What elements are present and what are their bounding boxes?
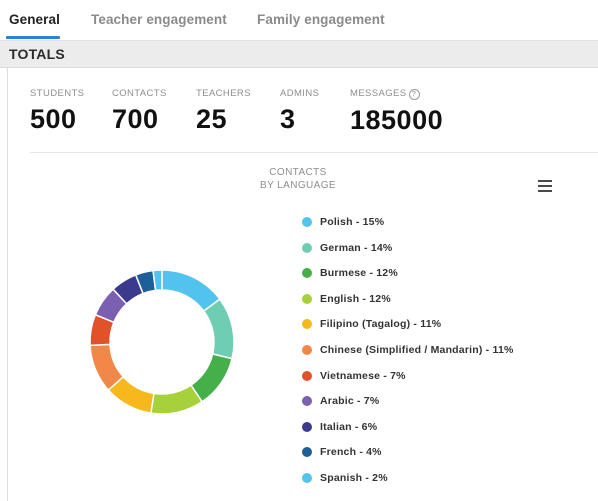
tab-family-engagement[interactable]: Family engagement — [257, 12, 385, 27]
stat-label: MESSAGES? — [350, 88, 443, 100]
hamburger-menu-icon[interactable] — [538, 179, 554, 193]
totals-title: TOTALS — [9, 46, 65, 62]
stat-teachers: TEACHERS 25 — [196, 88, 251, 135]
stat-value: 25 — [196, 104, 228, 134]
legend-item[interactable]: Chinese (Simplified / Mandarin) - 11% — [302, 342, 514, 358]
legend-label: Vietnamese - 7% — [320, 369, 406, 382]
legend-item[interactable]: English - 12% — [302, 291, 391, 307]
donut-slice-english[interactable] — [149, 384, 204, 415]
legend-item[interactable]: Polish - 15% — [302, 214, 384, 230]
legend-label: Spanish - 2% — [320, 472, 388, 484]
donut-chart — [89, 269, 235, 415]
stat-label: CONTACTS — [112, 88, 167, 99]
legend-color-dot — [302, 345, 312, 355]
legend-color-dot — [302, 396, 312, 407]
legend-color-dot — [302, 370, 312, 381]
legend-color-dot — [302, 473, 312, 483]
stat-contacts: CONTACTS 700 — [112, 88, 167, 135]
legend-color-dot — [302, 293, 312, 304]
legend-label: Arabic - 7% — [320, 395, 380, 408]
legend-item[interactable]: Vietnamese - 7% — [302, 368, 406, 384]
legend-label: Polish - 15% — [320, 216, 385, 228]
legend-color-dot — [302, 242, 312, 253]
stat-messages: MESSAGES? 185000 — [350, 88, 443, 136]
panel-border — [7, 68, 8, 501]
legend-label: Filipino (Tagalog) - 11% — [320, 318, 442, 331]
stat-label: STUDENTS — [30, 88, 85, 99]
legend-color-dot — [302, 421, 312, 432]
legend-item[interactable]: Burmese - 12% — [302, 265, 398, 281]
stat-label: ADMINS — [280, 88, 320, 99]
stat-label-text: MESSAGES — [350, 88, 407, 99]
section-divider — [30, 152, 598, 153]
legend-color-dot — [302, 217, 312, 227]
legend-item[interactable]: Filipino (Tagalog) - 11% — [302, 316, 441, 332]
stat-admins: ADMINS 3 — [280, 88, 319, 135]
legend-color-dot — [302, 268, 312, 279]
donut-slice-german[interactable] — [202, 298, 235, 360]
chart-title: CONTACTS BY LANGUAGE — [260, 167, 336, 191]
legend-label: English - 12% — [320, 292, 391, 305]
legend-item[interactable]: Italian - 6% — [302, 419, 377, 435]
legend-item[interactable]: Arabic - 7% — [302, 393, 379, 409]
stat-students: STUDENTS 500 — [30, 88, 84, 135]
legend-label: German - 14% — [320, 241, 393, 254]
legend-label: Burmese - 12% — [320, 267, 398, 280]
legend-label: French - 4% — [320, 446, 382, 459]
totals-header: TOTALS — [0, 41, 598, 68]
tab-teacher-engagement[interactable]: Teacher engagement — [91, 12, 227, 27]
legend-color-dot — [302, 319, 312, 330]
legend-label: Italian - 6% — [320, 420, 378, 433]
legend-item[interactable]: German - 14% — [302, 240, 392, 256]
legend-item[interactable]: Spanish - 2% — [302, 470, 388, 486]
stat-value: 700 — [112, 104, 159, 134]
legend-item[interactable]: French - 4% — [302, 444, 382, 460]
stat-value: 500 — [30, 104, 77, 134]
active-tab-indicator — [6, 36, 60, 39]
stat-value: 185000 — [350, 105, 444, 135]
legend-label: Chinese (Simplified / Mandarin) - 11% — [320, 344, 514, 356]
legend-color-dot — [302, 447, 312, 458]
tab-general[interactable]: General — [9, 12, 60, 27]
stat-value: 3 — [280, 104, 296, 134]
help-icon[interactable]: ? — [408, 89, 420, 100]
tab-bar: General Teacher engagement Family engage… — [0, 0, 598, 41]
stat-label: TEACHERS — [196, 88, 251, 99]
